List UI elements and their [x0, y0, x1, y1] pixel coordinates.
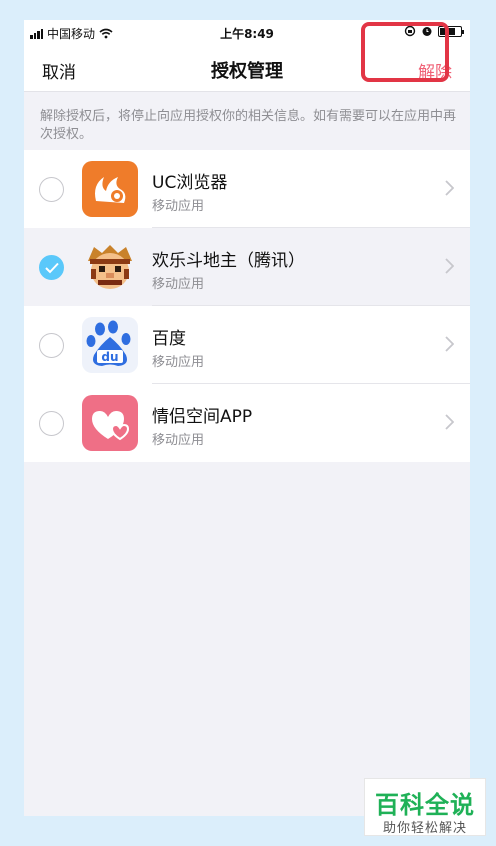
app-row-baidu[interactable]: du 百度 移动应用 — [24, 306, 470, 384]
authorized-app-list: UC浏览器 移动应用 欢乐斗地主（腾讯） 移动应用 du 百度 移动应用 情侣空… — [24, 150, 470, 462]
revoke-hint-text: 解除授权后，将停止向应用授权你的相关信息。如有需要可以在应用中再次授权。 — [40, 109, 457, 142]
app-type: 移动应用 — [152, 277, 205, 292]
app-type: 移动应用 — [152, 199, 205, 214]
phone-screen: 中国移动 上午8:49 取消 授权管理 解除 解除授权后，将停止向应用授权你的相… — [24, 20, 470, 816]
status-bar: 中国移动 上午8:49 — [24, 20, 470, 46]
uc-browser-icon — [82, 161, 138, 217]
battery-icon — [438, 25, 464, 37]
checkmark-icon — [45, 262, 59, 274]
chevron-right-icon — [445, 258, 454, 274]
app-row-doudizhu[interactable]: 欢乐斗地主（腾讯） 移动应用 — [24, 228, 470, 306]
watermark-title: 百科全说 — [375, 791, 475, 819]
app-row-uc-browser[interactable]: UC浏览器 移动应用 — [24, 150, 470, 228]
watermark-logo: 百科全说 助你轻松解决 — [364, 778, 486, 836]
page-title: 授权管理 — [211, 61, 283, 82]
app-row-couple-space[interactable]: 情侣空间APP 移动应用 — [24, 384, 470, 462]
app-name: 情侣空间APP — [152, 407, 253, 427]
chevron-right-icon — [445, 180, 454, 196]
doudizhu-icon — [82, 239, 138, 295]
chevron-right-icon — [445, 414, 454, 430]
revoke-button[interactable]: 解除 — [418, 58, 452, 83]
status-right — [404, 25, 464, 37]
select-radio[interactable] — [39, 333, 64, 358]
baidu-icon: du — [82, 317, 138, 373]
app-name: 欢乐斗地主（腾讯） — [152, 251, 305, 271]
select-radio-checked[interactable] — [39, 255, 64, 280]
nav-bar: 取消 授权管理 解除 — [24, 46, 470, 92]
chevron-right-icon — [445, 336, 454, 352]
app-name: 百度 — [152, 329, 186, 349]
select-radio[interactable] — [39, 177, 64, 202]
cancel-button[interactable]: 取消 — [42, 58, 76, 83]
couple-space-icon — [82, 395, 138, 451]
alarm-icon — [422, 27, 432, 36]
app-type: 移动应用 — [152, 355, 205, 370]
svg-text:du: du — [101, 350, 118, 364]
select-radio[interactable] — [39, 411, 64, 436]
app-type: 移动应用 — [152, 433, 205, 448]
rotation-lock-icon — [404, 25, 416, 37]
app-name: UC浏览器 — [152, 173, 228, 193]
watermark-subtitle: 助你轻松解决 — [382, 821, 467, 836]
